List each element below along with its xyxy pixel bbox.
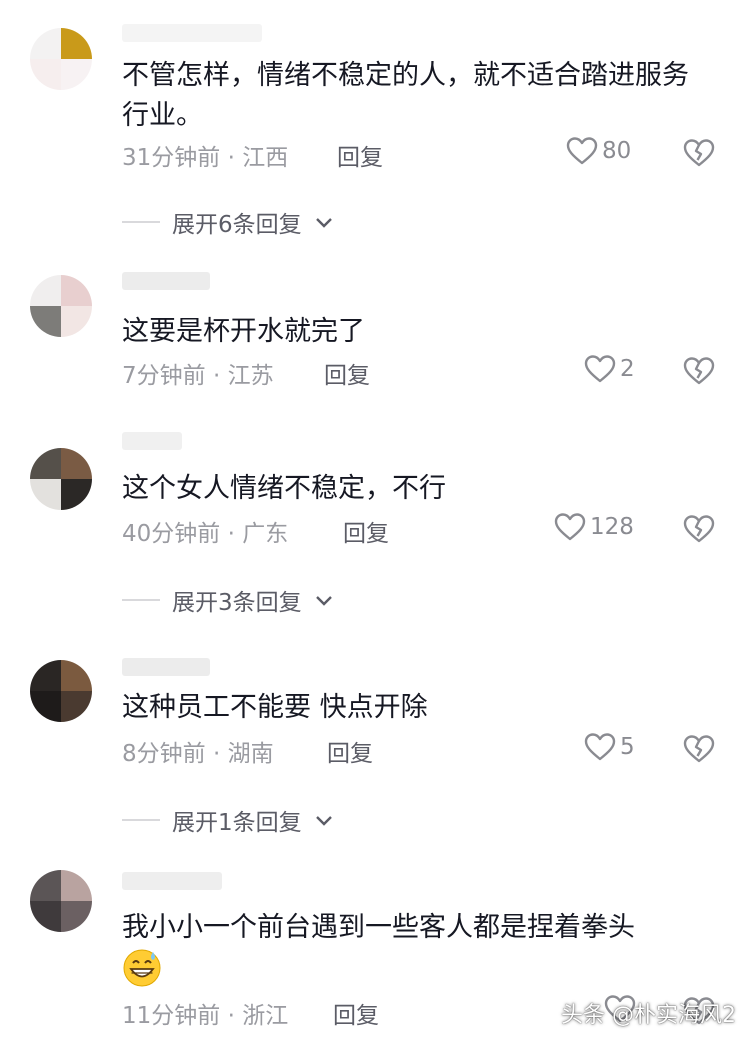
like-count: 80 xyxy=(602,138,632,164)
reply-button[interactable]: 回复 xyxy=(327,734,373,768)
expand-divider xyxy=(122,599,160,601)
meta-separator: · xyxy=(220,145,243,171)
comment-time: 11分钟前 xyxy=(122,1003,221,1029)
chevron-down-icon xyxy=(314,807,334,833)
like-button[interactable]: 5 xyxy=(584,732,635,762)
expand-replies[interactable]: 展开3条回复 xyxy=(122,583,334,617)
expand-replies[interactable]: 展开1条回复 xyxy=(122,803,334,837)
username-blurred[interactable] xyxy=(122,24,262,42)
meta-separator: · xyxy=(220,1003,243,1029)
reply-button[interactable]: 回复 xyxy=(337,138,383,172)
comment-meta: 7分钟前 · 江苏 xyxy=(122,356,274,390)
heart-icon xyxy=(584,732,616,762)
like-button[interactable]: 80 xyxy=(566,136,631,166)
expand-label: 展开3条回复 xyxy=(172,590,302,616)
username-blurred[interactable] xyxy=(122,658,210,676)
comment-location: 广东 xyxy=(242,521,289,547)
dislike-button[interactable] xyxy=(683,138,715,168)
like-count: 2 xyxy=(620,356,635,382)
chevron-down-icon xyxy=(314,587,334,613)
dislike-button[interactable] xyxy=(683,356,715,386)
comment-text: 这种员工不能要 快点开除 xyxy=(122,692,428,723)
avatar[interactable] xyxy=(30,448,92,510)
heart-icon xyxy=(584,354,616,384)
comment-location: 江苏 xyxy=(227,363,274,389)
meta-separator: · xyxy=(205,741,228,767)
username-blurred[interactable] xyxy=(122,272,210,290)
comment-meta: 40分钟前 · 广东 xyxy=(122,514,288,548)
reply-button[interactable]: 回复 xyxy=(343,514,389,548)
comment-meta: 11分钟前 · 浙江 xyxy=(122,996,288,1030)
heart-icon xyxy=(554,512,586,542)
like-count: 128 xyxy=(590,514,634,540)
broken-heart-icon xyxy=(683,734,715,764)
reply-button[interactable]: 回复 xyxy=(324,356,370,390)
comment-text: 这要是杯开水就完了 xyxy=(122,316,365,347)
comment-time: 40分钟前 xyxy=(122,521,221,547)
comment-location: 湖南 xyxy=(227,741,274,767)
comment-time: 7分钟前 xyxy=(122,363,206,389)
grinning-sweat-emoji xyxy=(122,948,162,988)
expand-divider xyxy=(122,221,160,223)
username-blurred[interactable] xyxy=(122,872,222,890)
like-button[interactable]: 128 xyxy=(554,512,634,542)
avatar[interactable] xyxy=(30,660,92,722)
expand-label: 展开6条回复 xyxy=(172,212,302,238)
avatar[interactable] xyxy=(30,28,92,90)
comment-meta: 31分钟前 · 江西 xyxy=(122,138,288,172)
username-blurred[interactable] xyxy=(122,432,182,450)
expand-replies[interactable]: 展开6条回复 xyxy=(122,205,334,239)
expand-divider xyxy=(122,819,160,821)
expand-label: 展开1条回复 xyxy=(172,810,302,836)
heart-icon xyxy=(566,136,598,166)
broken-heart-icon xyxy=(683,138,715,168)
comment-text: 我小小一个前台遇到一些客人都是捏着拳头 xyxy=(122,912,635,943)
meta-separator: · xyxy=(220,521,243,547)
avatar[interactable] xyxy=(30,870,92,932)
comment-location: 浙江 xyxy=(242,1003,289,1029)
dislike-button[interactable] xyxy=(683,514,715,544)
broken-heart-icon xyxy=(683,514,715,544)
watermark: 头条 @朴实海风2 xyxy=(561,1003,736,1028)
reply-button[interactable]: 回复 xyxy=(333,996,379,1030)
like-button[interactable]: 2 xyxy=(584,354,635,384)
comment-time: 8分钟前 xyxy=(122,741,206,767)
comment-time: 31分钟前 xyxy=(122,145,221,171)
dislike-button[interactable] xyxy=(683,734,715,764)
comment-location: 江西 xyxy=(242,145,289,171)
like-count: 5 xyxy=(620,734,635,760)
broken-heart-icon xyxy=(683,356,715,386)
chevron-down-icon xyxy=(314,209,334,235)
comment-meta: 8分钟前 · 湖南 xyxy=(122,734,274,768)
comment-text: 这个女人情绪不稳定，不行 xyxy=(122,473,446,504)
comment-text: 不管怎样，情绪不稳定的人，就不适合踏进服务行业。 xyxy=(122,60,689,131)
avatar[interactable] xyxy=(30,275,92,337)
meta-separator: · xyxy=(205,363,228,389)
